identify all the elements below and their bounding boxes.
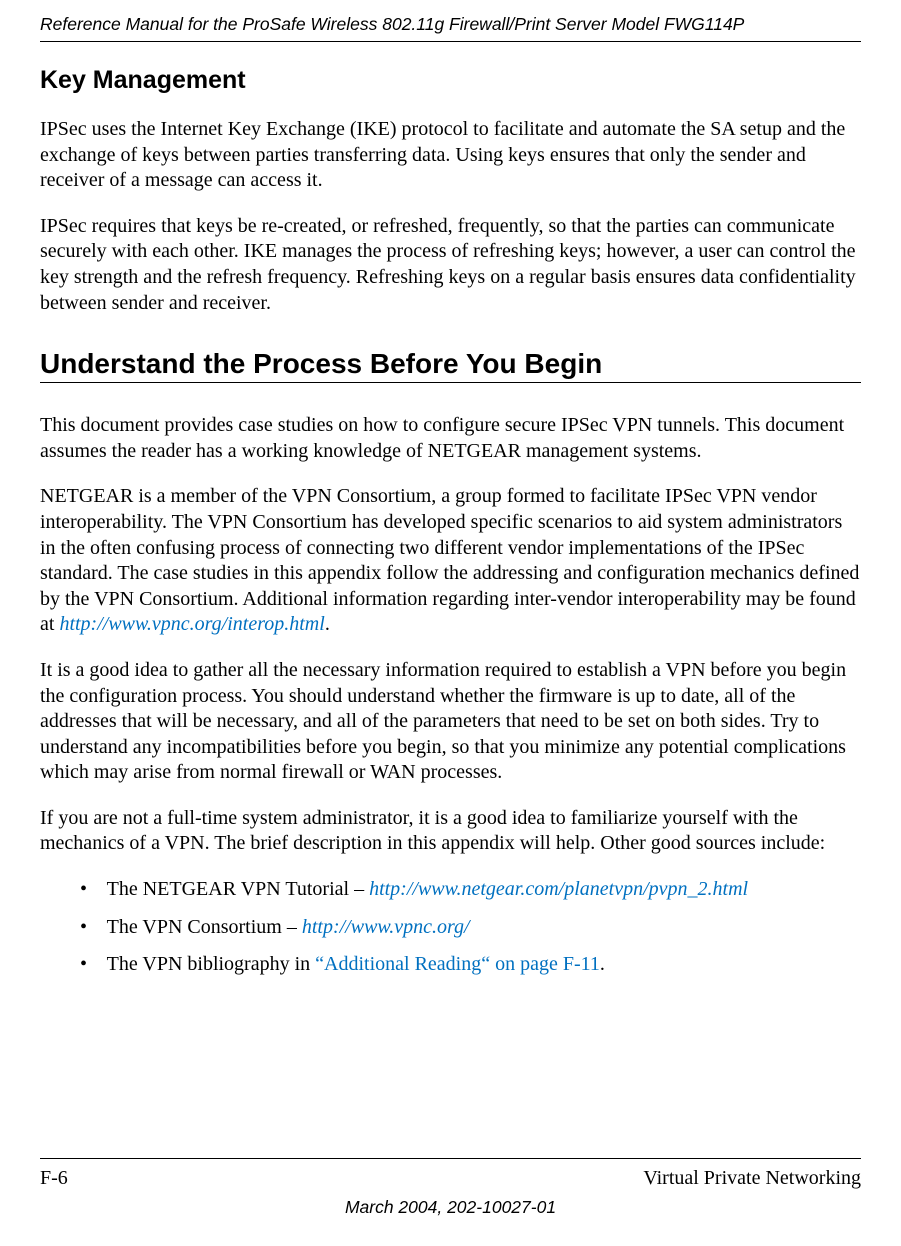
list-item-text: The NETGEAR VPN Tutorial – bbox=[107, 878, 369, 900]
list-item-text: The VPN bibliography in bbox=[107, 953, 316, 975]
paragraph: It is a good idea to gather all the nece… bbox=[40, 658, 861, 786]
list-item: The NETGEAR VPN Tutorial – http://www.ne… bbox=[60, 877, 861, 903]
xref-additional-reading[interactable]: “Additional Reading“ on page F-11 bbox=[315, 953, 600, 975]
page-footer: F-6 Virtual Private Networking March 200… bbox=[40, 1158, 861, 1218]
paragraph: This document provides case studies on h… bbox=[40, 413, 861, 464]
paragraph: NETGEAR is a member of the VPN Consortiu… bbox=[40, 484, 861, 638]
list-item: The VPN bibliography in “Additional Read… bbox=[60, 952, 861, 978]
paragraph-text: . bbox=[325, 613, 330, 635]
list-item-text: . bbox=[600, 953, 605, 975]
link-netgear-tutorial[interactable]: http://www.netgear.com/planetvpn/pvpn_2.… bbox=[369, 878, 748, 900]
link-vpnc-interop[interactable]: http://www.vpnc.org/interop.html bbox=[59, 613, 324, 635]
link-vpnc[interactable]: http://www.vpnc.org/ bbox=[302, 916, 470, 938]
paragraph: If you are not a full-time system admini… bbox=[40, 806, 861, 857]
list-item-text: The VPN Consortium – bbox=[107, 916, 302, 938]
page-number: F-6 bbox=[40, 1165, 68, 1191]
footer-row: F-6 Virtual Private Networking bbox=[40, 1165, 861, 1191]
page: Reference Manual for the ProSafe Wireles… bbox=[0, 0, 901, 1246]
paragraph: IPSec uses the Internet Key Exchange (IK… bbox=[40, 117, 861, 194]
footer-date: March 2004, 202-10027-01 bbox=[40, 1197, 861, 1218]
running-header: Reference Manual for the ProSafe Wireles… bbox=[40, 0, 861, 41]
list-item: The VPN Consortium – http://www.vpnc.org… bbox=[60, 915, 861, 941]
heading-understand-process: Understand the Process Before You Begin bbox=[40, 348, 861, 380]
header-rule bbox=[40, 41, 861, 42]
heading-rule bbox=[40, 382, 861, 383]
footer-rule bbox=[40, 1158, 861, 1159]
paragraph: IPSec requires that keys be re-created, … bbox=[40, 214, 861, 316]
bullet-list: The NETGEAR VPN Tutorial – http://www.ne… bbox=[40, 877, 861, 978]
footer-section-title: Virtual Private Networking bbox=[643, 1165, 861, 1191]
heading-key-management: Key Management bbox=[40, 66, 861, 95]
